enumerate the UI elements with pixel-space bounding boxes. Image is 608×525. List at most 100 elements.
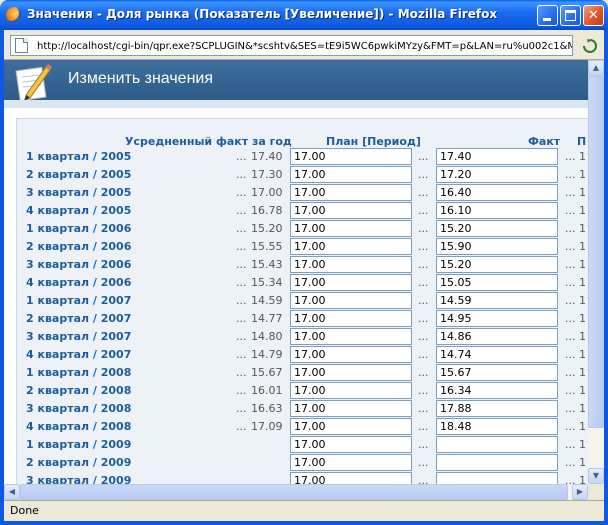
period-label: 4 квартал / 2006 (26, 276, 132, 289)
period-label: 3 квартал / 2007 (26, 330, 132, 343)
table-row: 3 квартал / 2007...14.80......1 (4, 328, 588, 346)
column-header-fact: Факт (528, 135, 561, 148)
avg-value: 16.63 (251, 402, 283, 415)
next-column-value: 1 (579, 186, 586, 199)
fact-input[interactable] (436, 364, 558, 381)
plan-input[interactable] (290, 454, 412, 471)
table-row: 2 квартал / 2008...16.01......1 (4, 382, 588, 400)
plan-dots: ... (418, 204, 429, 217)
fact-input[interactable] (436, 202, 558, 219)
next-column-value: 1 (579, 204, 586, 217)
avg-dots: ... (236, 168, 247, 181)
plan-input[interactable] (290, 418, 412, 435)
avg-value: 15.55 (251, 240, 283, 253)
plan-input[interactable] (290, 202, 412, 219)
plan-input[interactable] (290, 184, 412, 201)
table-row: 1 квартал / 2008...15.67......1 (4, 364, 588, 382)
plan-input[interactable] (290, 238, 412, 255)
plan-input[interactable] (290, 364, 412, 381)
scroll-down-button[interactable]: ▼ (588, 468, 604, 484)
fact-dots: ... (565, 186, 576, 199)
status-text: Done (10, 504, 39, 517)
fact-input[interactable] (436, 418, 558, 435)
next-column-value: 1 (579, 366, 586, 379)
plan-dots: ... (418, 420, 429, 433)
plan-dots: ... (418, 384, 429, 397)
fact-dots: ... (565, 402, 576, 415)
avg-value: 14.59 (251, 294, 283, 307)
fact-input[interactable] (436, 454, 558, 471)
scroll-right-button[interactable]: ▶ (572, 484, 588, 500)
period-label: 4 квартал / 2008 (26, 420, 132, 433)
next-column-value: 1 (579, 402, 586, 415)
plan-input[interactable] (290, 220, 412, 237)
fact-dots: ... (565, 330, 576, 343)
avg-value: 15.20 (251, 222, 283, 235)
close-icon: ✕ (588, 8, 599, 23)
fact-input[interactable] (436, 328, 558, 345)
horizontal-scroll-thumb[interactable] (20, 484, 568, 500)
fact-dots: ... (565, 384, 576, 397)
fact-input[interactable] (436, 310, 558, 327)
plan-dots: ... (418, 402, 429, 415)
plan-input[interactable] (290, 148, 412, 165)
plan-input[interactable] (290, 328, 412, 345)
fact-dots: ... (565, 240, 576, 253)
page-title: Изменить значения (68, 70, 214, 87)
fact-input[interactable] (436, 148, 558, 165)
fact-dots: ... (565, 276, 576, 289)
plan-input[interactable] (290, 256, 412, 273)
plan-input[interactable] (290, 274, 412, 291)
plan-input[interactable] (290, 472, 412, 484)
scroll-up-button[interactable]: ▲ (588, 60, 604, 76)
fact-input[interactable] (436, 346, 558, 363)
period-label: 1 квартал / 2008 (26, 366, 132, 379)
header-strip (4, 100, 588, 108)
plan-input[interactable] (290, 400, 412, 417)
fact-input[interactable] (436, 220, 558, 237)
scroll-left-button[interactable]: ◀ (4, 484, 20, 500)
next-column-value: 1 (579, 456, 586, 469)
horizontal-scrollbar[interactable]: ◀ ▶ (4, 484, 588, 500)
vertical-scrollbar[interactable]: ▲ ▼ (588, 60, 604, 484)
plan-input[interactable] (290, 346, 412, 363)
period-label: 2 квартал / 2007 (26, 312, 132, 325)
avg-dots: ... (236, 348, 247, 361)
fact-input[interactable] (436, 472, 558, 484)
fact-input[interactable] (436, 400, 558, 417)
plan-dots: ... (418, 348, 429, 361)
fact-input[interactable] (436, 436, 558, 453)
avg-dots: ... (236, 150, 247, 163)
period-label: 2 квартал / 2009 (26, 456, 132, 469)
fact-input[interactable] (436, 184, 558, 201)
plan-input[interactable] (290, 166, 412, 183)
column-header-next: П (577, 135, 587, 148)
plan-input[interactable] (290, 292, 412, 309)
fact-dots: ... (565, 438, 576, 451)
fact-input[interactable] (436, 274, 558, 291)
fact-input[interactable] (436, 166, 558, 183)
maximize-button[interactable] (560, 5, 581, 26)
avg-value: 16.78 (251, 204, 283, 217)
fact-input[interactable] (436, 256, 558, 273)
plan-dots: ... (418, 222, 429, 235)
plan-input[interactable] (290, 310, 412, 327)
firefox-icon (6, 7, 22, 23)
vertical-scroll-thumb[interactable] (588, 76, 604, 428)
window-titlebar[interactable]: Значения - Доля рынка (Показатель [Увели… (0, 0, 608, 30)
close-button[interactable]: ✕ (583, 5, 604, 26)
url-field[interactable]: http://localhost/cgi-bin/qpr.exe?SCPLUGI… (10, 35, 573, 56)
table-row: 2 квартал / 2009......1 (4, 454, 588, 472)
plan-input[interactable] (290, 436, 412, 453)
fact-dots: ... (565, 294, 576, 307)
plan-input[interactable] (290, 382, 412, 399)
next-column-value: 1 (579, 258, 586, 271)
go-button[interactable] (578, 34, 600, 56)
table-row: 4 квартал / 2005...16.78......1 (4, 202, 588, 220)
fact-input[interactable] (436, 292, 558, 309)
url-text[interactable]: http://localhost/cgi-bin/qpr.exe?SCPLUGI… (37, 39, 572, 54)
minimize-button[interactable] (537, 5, 558, 26)
fact-input[interactable] (436, 382, 558, 399)
go-arrow-icon (583, 39, 597, 53)
fact-input[interactable] (436, 238, 558, 255)
